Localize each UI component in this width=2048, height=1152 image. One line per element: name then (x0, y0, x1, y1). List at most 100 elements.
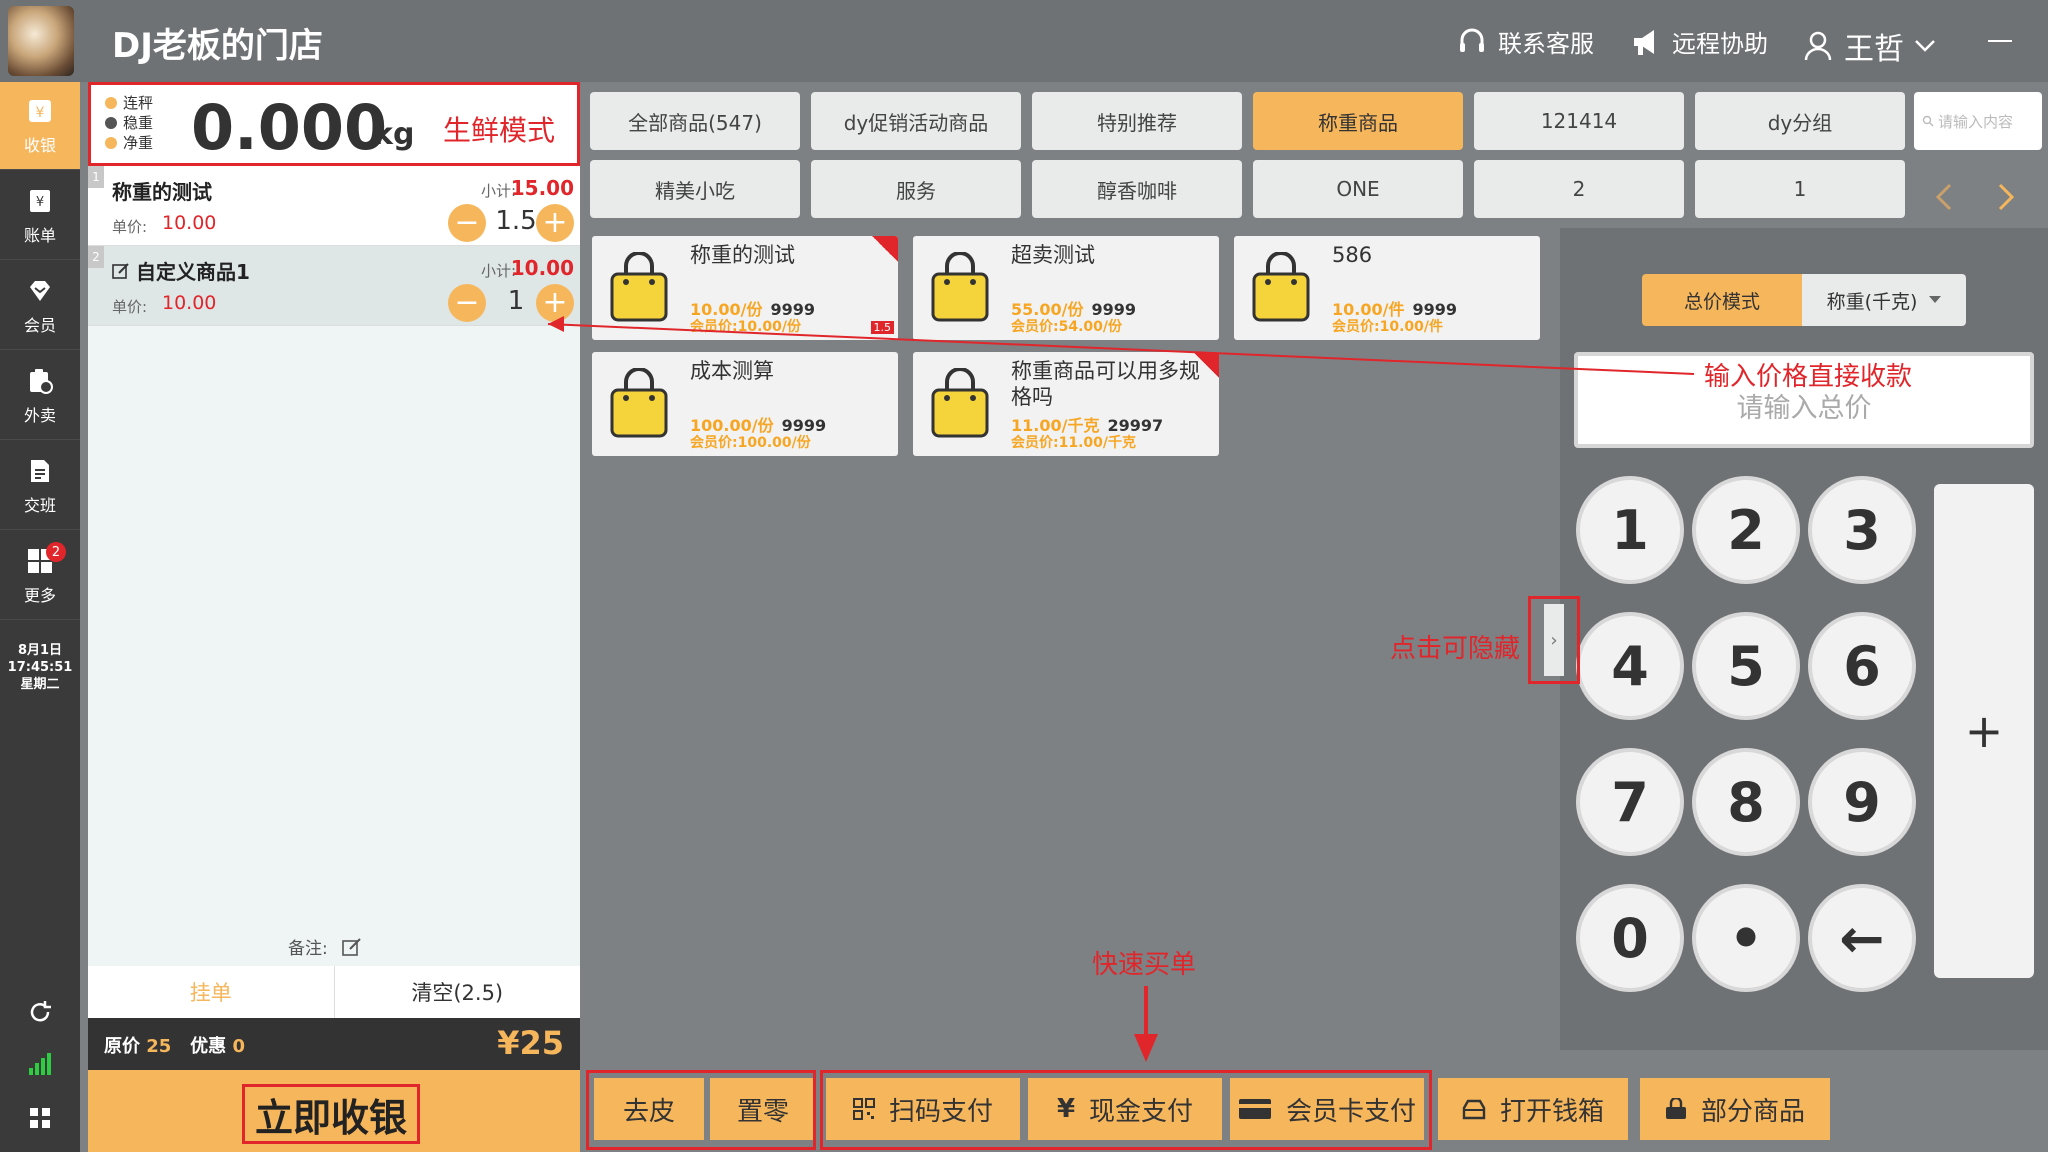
key-1[interactable]: 1 (1580, 480, 1680, 580)
total-price-mode-button[interactable]: 总价模式 (1642, 274, 1802, 326)
order-actions: 挂单 清空(2.5) (88, 966, 580, 1018)
chevron-right-icon: › (1544, 604, 1564, 676)
order-item-row[interactable]: 2 自定义商品1 小计: 10.00 单价: 10.00 − 1 + (88, 246, 580, 326)
edit-icon[interactable] (341, 937, 362, 957)
key-8[interactable]: 8 (1696, 752, 1796, 852)
partial-items-button[interactable]: 部分商品 (1640, 1078, 1830, 1140)
weight-unit-select[interactable]: 称重(千克) (1802, 274, 1966, 326)
key-7[interactable]: 7 (1580, 752, 1680, 852)
key-0[interactable]: 0 (1580, 888, 1680, 988)
sidebar-label: 账单 (23, 225, 56, 245)
scale-weight-unit: kg (373, 117, 415, 152)
decrease-qty-button[interactable]: − (448, 204, 486, 242)
product-qty-tag: 1.5 (870, 321, 894, 334)
remark-field[interactable]: 备注: (288, 934, 362, 959)
product-name: 称重商品可以用多规格吗 (1011, 359, 1200, 409)
edit-icon[interactable] (112, 262, 130, 280)
user-menu[interactable]: 王哲 (1802, 24, 1936, 68)
discount-value: 0 (232, 1036, 245, 1057)
partial-items-label: 部分商品 (1700, 1096, 1805, 1127)
key-4[interactable]: 4 (1580, 616, 1680, 716)
prev-page-button[interactable] (1932, 180, 1954, 221)
product-card[interactable]: 称重的测试 10.00/份 9999 会员价:10.00/份 1.5 (592, 236, 898, 340)
basket-icon (1665, 1098, 1686, 1119)
store-name: DJ老板的门店 (112, 26, 323, 66)
price-summary: 原价 25 优惠 0 (104, 1036, 245, 1057)
member-icon (25, 276, 55, 306)
product-search-input[interactable]: 请输入内容 (1914, 92, 2042, 150)
takeout-icon (25, 366, 55, 396)
sidebar-item-bill[interactable]: ¥ 账单 (0, 172, 80, 260)
product-card[interactable]: 586 10.00/件 9999 会员价:10.00/件 (1234, 236, 1540, 340)
order-item-row[interactable]: 1 称重的测试 小计: 15.00 单价: 10.00 − 1.5 + (88, 166, 580, 246)
checkout-button[interactable]: 立即收银 (242, 1084, 420, 1144)
sidebar-item-shift[interactable]: 交班 (0, 442, 80, 530)
sidebar-label: 交班 (23, 495, 56, 515)
category-tab[interactable]: ONE (1253, 160, 1463, 218)
category-tab[interactable]: 2 (1474, 160, 1684, 218)
category-tab[interactable]: 全部商品(547) (590, 92, 800, 150)
scale-status-connected: 连秤 (105, 93, 153, 113)
collapse-keypad-handle[interactable]: › (1528, 596, 1580, 684)
key-3[interactable]: 3 (1812, 480, 1912, 580)
remote-assist-button[interactable]: 远程协助 (1630, 24, 1768, 59)
key-5[interactable]: 5 (1696, 616, 1796, 716)
sidebar-date: 8月1日 (17, 643, 63, 658)
increase-qty-button[interactable]: + (536, 204, 574, 242)
store-logo (8, 6, 74, 76)
category-tab[interactable]: 醇香咖啡 (1032, 160, 1242, 218)
promo-corner-tag (872, 236, 898, 262)
top-bar: DJ老板的门店 联系客服 远程协助 王哲 (0, 0, 2048, 82)
key-decimal[interactable]: • (1696, 888, 1796, 988)
cash-drawer-icon (1462, 1099, 1486, 1120)
remote-label: 远程协助 (1672, 30, 1768, 58)
sidebar-item-cashier[interactable]: ¥ 收银 (0, 82, 80, 170)
status-dot-icon (105, 97, 117, 109)
product-card[interactable]: 超卖测试 55.00/份 9999 会员价:54.00/份 (913, 236, 1219, 340)
fresh-mode-label[interactable]: 生鲜模式 (443, 109, 555, 149)
key-6[interactable]: 6 (1812, 616, 1912, 716)
refresh-icon[interactable] (24, 996, 56, 1028)
category-tab[interactable]: 特别推荐 (1032, 92, 1242, 150)
headset-icon (1460, 28, 1484, 52)
sidebar-item-takeout[interactable]: 外卖 (0, 352, 80, 440)
product-card[interactable]: 称重商品可以用多规格吗 11.00/千克 29997 会员价:11.00/千克 (913, 352, 1219, 456)
sidebar-item-member[interactable]: 会员 (0, 262, 80, 350)
category-tab[interactable]: 1 (1695, 160, 1905, 218)
chevron-right-icon (1998, 183, 2015, 211)
shopping-bag-icon (610, 368, 668, 438)
apps-grid-icon[interactable] (24, 1102, 56, 1134)
annotation-hide-hint: 点击可隐藏 (1390, 634, 1521, 664)
category-tab[interactable]: dy促销活动商品 (811, 92, 1021, 150)
increase-qty-button[interactable]: + (536, 284, 574, 322)
price-mode-toggle: 总价模式 称重(千克) (1642, 274, 1966, 326)
key-2[interactable]: 2 (1696, 480, 1796, 580)
order-panel: 连秤 稳重 净重 0.000 kg 生鲜模式 1 称重的测试 小计: 15.00… (88, 82, 580, 1152)
category-tab-active[interactable]: 称重商品 (1253, 92, 1463, 150)
open-drawer-button[interactable]: 打开钱箱 (1438, 1078, 1628, 1140)
product-card[interactable]: 成本测算 100.00/份 9999 会员价:100.00/份 (592, 352, 898, 456)
sidebar-label: 更多 (23, 585, 56, 605)
sidebar-item-more[interactable]: 更多 2 (0, 532, 80, 620)
key-plus[interactable]: + (1934, 484, 2034, 978)
support-button[interactable]: 联系客服 (1456, 24, 1594, 59)
next-page-button[interactable] (1996, 180, 2018, 221)
checkout-bar[interactable]: 立即收银 (88, 1070, 580, 1152)
key-backspace[interactable]: ← (1812, 888, 1912, 988)
annotation-arrow-head (1134, 1034, 1158, 1062)
search-placeholder: 请输入内容 (1938, 112, 2014, 131)
hold-order-button[interactable]: 挂单 (88, 966, 335, 1018)
category-tab[interactable]: 精美小吃 (590, 160, 800, 218)
key-9[interactable]: 9 (1812, 752, 1912, 852)
category-tab[interactable]: 121414 (1474, 92, 1684, 150)
clear-order-button[interactable]: 清空(2.5) (335, 966, 581, 1018)
category-tab[interactable]: dy分组 (1695, 92, 1905, 150)
caret-down-icon (1929, 296, 1942, 303)
scale-status-net: 净重 (105, 133, 153, 153)
product-member-price: 会员价:100.00/份 (690, 435, 811, 451)
category-tab[interactable]: 服务 (811, 160, 1021, 218)
scale-status-list: 连秤 稳重 净重 (105, 93, 153, 153)
minimize-button[interactable] (1988, 40, 2012, 42)
decrease-qty-button[interactable]: − (448, 284, 486, 322)
user-name: 王哲 (1844, 32, 1904, 67)
